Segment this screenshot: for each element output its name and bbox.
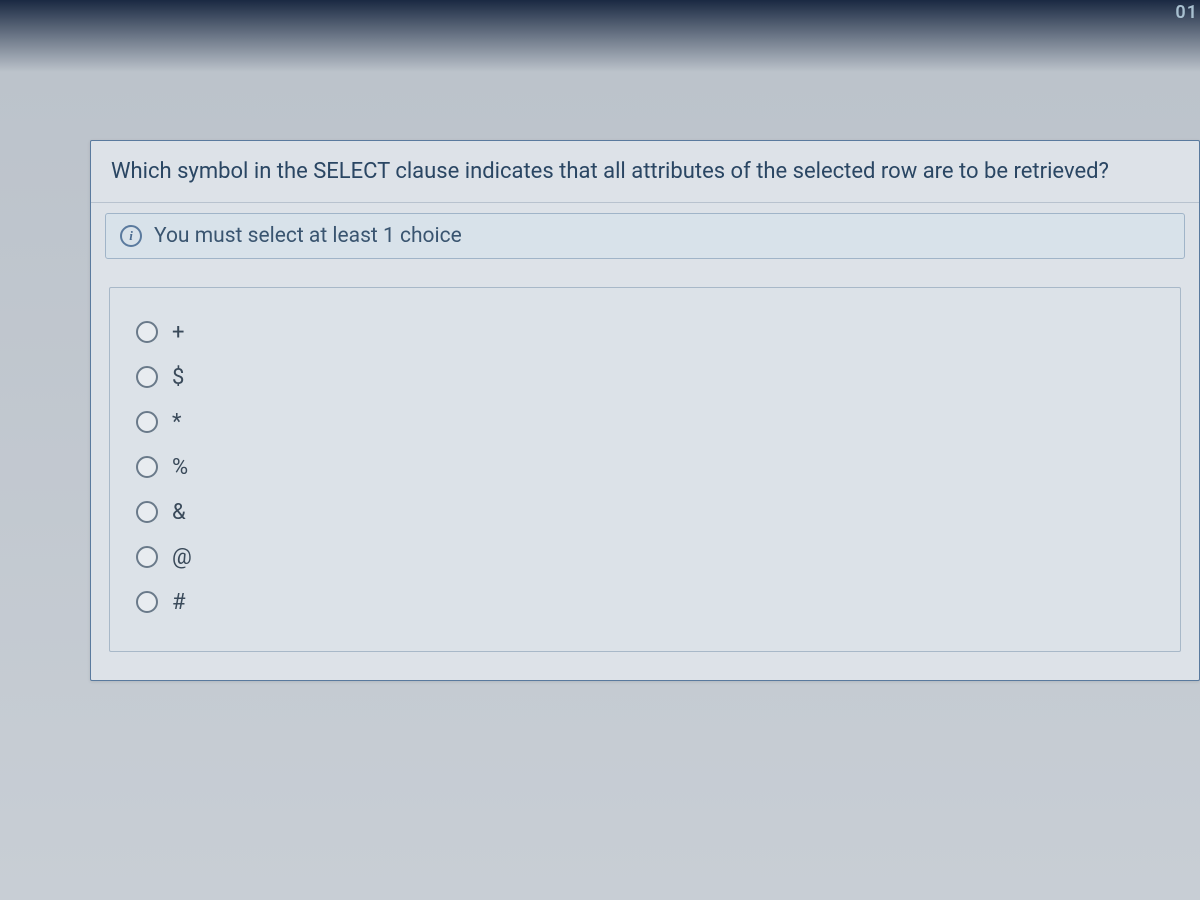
hint-banner: i You must select at least 1 choice: [105, 213, 1185, 259]
option-label: %: [172, 455, 188, 480]
option-plus[interactable]: +: [136, 310, 1154, 355]
info-icon: i: [120, 225, 142, 247]
hint-text: You must select at least 1 choice: [154, 224, 462, 248]
option-label: +: [172, 320, 184, 345]
option-label: *: [172, 410, 181, 435]
option-label: &: [172, 500, 186, 525]
radio-icon[interactable]: [136, 411, 158, 433]
option-dollar[interactable]: $: [136, 355, 1154, 400]
option-label: @: [172, 545, 192, 570]
option-at[interactable]: @: [136, 535, 1154, 580]
option-label: $: [172, 365, 184, 390]
options-area: + $ * % & @: [91, 269, 1199, 680]
page-fragment-label: 01: [1175, 2, 1198, 23]
options-box: + $ * % & @: [109, 287, 1181, 652]
radio-icon[interactable]: [136, 546, 158, 568]
question-text: Which symbol in the SELECT clause indica…: [111, 157, 1179, 188]
option-ampersand[interactable]: &: [136, 490, 1154, 535]
radio-icon[interactable]: [136, 591, 158, 613]
radio-icon[interactable]: [136, 501, 158, 523]
question-panel: Which symbol in the SELECT clause indica…: [90, 140, 1200, 681]
option-label: #: [172, 590, 186, 615]
radio-icon[interactable]: [136, 321, 158, 343]
option-percent[interactable]: %: [136, 445, 1154, 490]
radio-icon[interactable]: [136, 366, 158, 388]
question-header: Which symbol in the SELECT clause indica…: [91, 141, 1199, 203]
radio-icon[interactable]: [136, 456, 158, 478]
option-asterisk[interactable]: *: [136, 400, 1154, 445]
option-hash[interactable]: #: [136, 580, 1154, 625]
